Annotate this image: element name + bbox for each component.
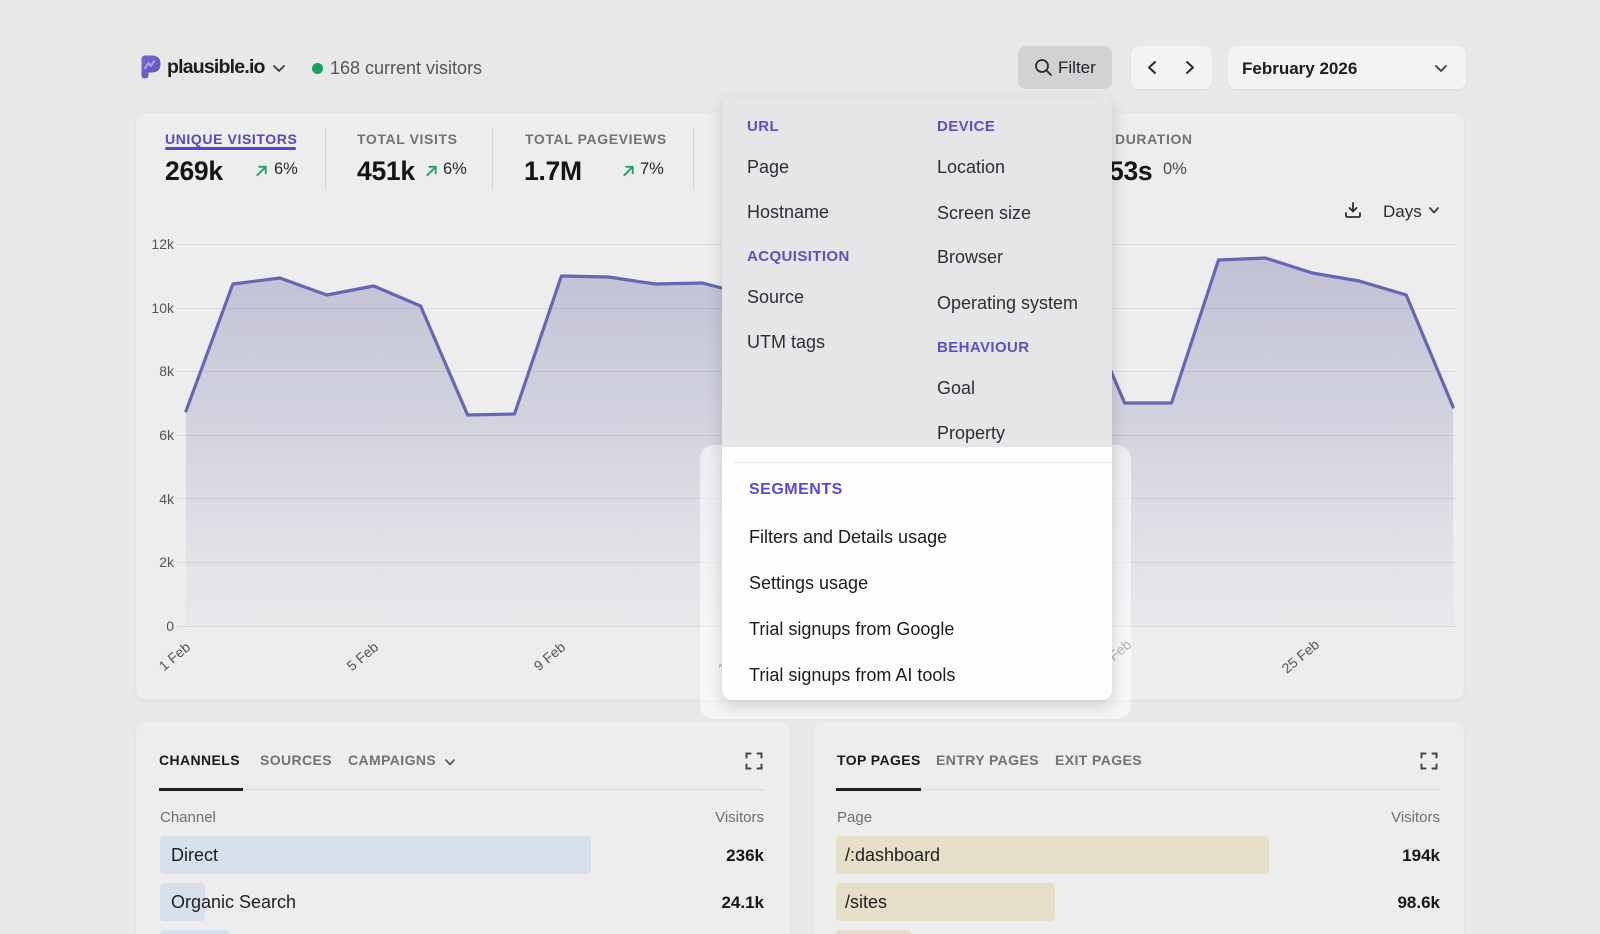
svg-text:25 Feb: 25 Feb — [1279, 636, 1323, 676]
svg-text:9 Feb: 9 Feb — [530, 638, 568, 673]
svg-text:5 Feb: 5 Feb — [343, 638, 381, 673]
svg-text:0: 0 — [166, 618, 174, 634]
svg-text:1 Feb: 1 Feb — [155, 638, 193, 673]
svg-text:10k: 10k — [151, 300, 175, 316]
svg-text:2k: 2k — [159, 554, 175, 570]
svg-text:6k: 6k — [159, 427, 175, 443]
svg-text:4k: 4k — [159, 491, 175, 507]
svg-text:8k: 8k — [159, 363, 175, 379]
svg-text:12k: 12k — [151, 236, 175, 252]
